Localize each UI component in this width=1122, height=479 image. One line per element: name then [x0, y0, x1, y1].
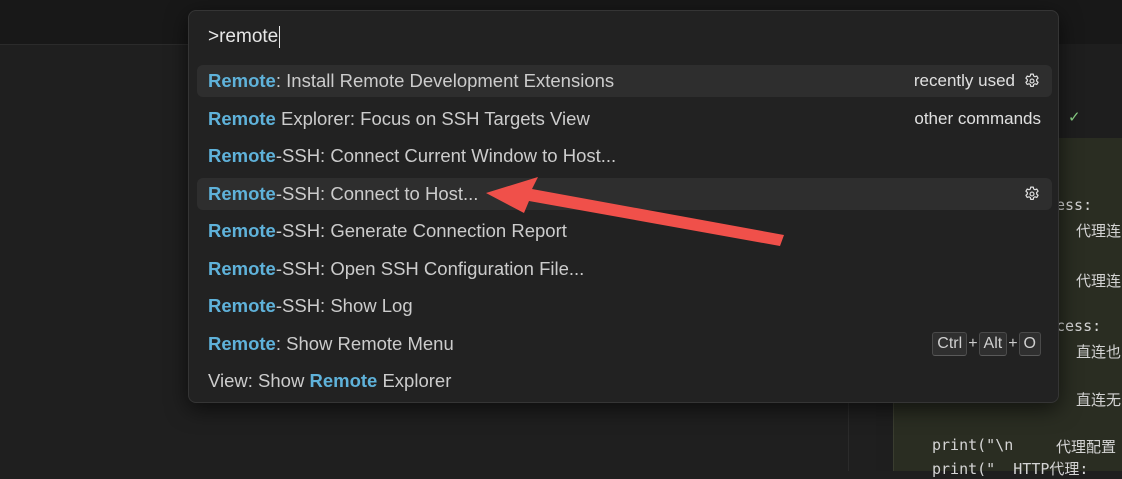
command-label-rest: : Install Remote Development Extensions [275, 70, 615, 91]
command-item[interactable]: Remote-SSH: Generate Connection Report [197, 215, 1052, 247]
command-label-match: Remote [208, 145, 276, 166]
command-label: Remote-SSH: Open SSH Configuration File.… [208, 258, 584, 280]
command-label-match: Remote [208, 258, 276, 279]
command-label-match: Remote [208, 295, 276, 316]
code-line: print(" HTTP代理: [932, 460, 1089, 478]
command-label-rest: -SSH: Generate Connection Report [275, 220, 567, 241]
command-label: View: Show Remote Explorer [208, 370, 451, 392]
command-item[interactable]: Remote-SSH: Connect Current Window to Ho… [197, 140, 1052, 172]
command-label: Remote: Show Remote Menu [208, 333, 454, 355]
command-item-meta: Ctrl + Alt + O [932, 332, 1041, 356]
command-label-rest: : Show Remote Menu [275, 333, 454, 354]
command-label-rest: Explorer [377, 370, 452, 391]
command-label: Remote: Install Remote Development Exten… [208, 70, 614, 92]
gear-icon[interactable] [1023, 185, 1041, 203]
command-label-rest: -SSH: Open SSH Configuration File... [275, 258, 585, 279]
code-line: 代理连 [1076, 222, 1122, 240]
command-label-rest: Explorer: Focus on SSH Targets View [275, 108, 590, 129]
command-label: Remote Explorer: Focus on SSH Targets Vi… [208, 108, 590, 130]
code-line: 代理配置 [1056, 438, 1117, 456]
code-line: ess: [1056, 196, 1093, 214]
command-item[interactable]: Remote-SSH: Connect to Host... [197, 178, 1052, 210]
command-label-match: Remote [208, 220, 276, 241]
key-cap: Alt [978, 332, 1008, 356]
text-caret [279, 26, 281, 48]
key-cap: O [1018, 332, 1041, 356]
keybinding-separator: + [968, 335, 978, 352]
command-label-rest: -SSH: Connect Current Window to Host... [275, 145, 617, 166]
code-line: cess: [1056, 317, 1102, 335]
keybinding-separator: + [1008, 335, 1018, 352]
command-label: Remote-SSH: Connect to Host... [208, 183, 478, 205]
keybinding: Ctrl + Alt + O [932, 332, 1041, 356]
check-icon: ✓ [1068, 109, 1081, 126]
command-label-match: Remote [309, 370, 378, 391]
command-item[interactable]: Remote: Show Remote Menu Ctrl + Alt + O [197, 328, 1052, 360]
command-label-match: Remote [208, 183, 276, 204]
code-line: print("\n [932, 436, 1014, 454]
command-label-rest: -SSH: Show Log [275, 295, 413, 316]
command-label-match: Remote [208, 108, 276, 129]
code-line: 代理连 [1076, 272, 1122, 290]
command-label-rest: -SSH: Connect to Host... [275, 183, 479, 204]
command-item[interactable]: Remote: Install Remote Development Exten… [197, 65, 1052, 97]
command-label: Remote-SSH: Generate Connection Report [208, 220, 567, 242]
command-label-match: Remote [208, 333, 276, 354]
code-line: 直连无 [1076, 391, 1122, 409]
command-item-meta: recently used [914, 71, 1041, 91]
code-line: 直连也 [1076, 343, 1122, 361]
command-group-tag: recently used [913, 71, 1015, 90]
command-item[interactable]: Remote-SSH: Open SSH Configuration File.… [197, 253, 1052, 285]
command-label: Remote-SSH: Connect Current Window to Ho… [208, 145, 616, 167]
command-item-meta [1023, 185, 1041, 203]
command-label-prefix: View: Show [208, 370, 310, 391]
command-item[interactable]: Remote-SSH: Show Log [197, 290, 1052, 322]
search-input-value: >remote [208, 26, 279, 47]
gear-icon[interactable] [1023, 72, 1041, 90]
command-palette-input[interactable]: >remote [198, 20, 1049, 54]
key-cap: Ctrl [932, 332, 968, 356]
command-item-meta: other commands [914, 109, 1041, 129]
command-item[interactable]: Remote Explorer: Focus on SSH Targets Vi… [197, 103, 1052, 135]
command-label: Remote-SSH: Show Log [208, 295, 413, 317]
command-label-match: Remote [208, 70, 276, 91]
command-group-tag: other commands [914, 109, 1041, 128]
command-palette: >remote Remote: Install Remote Developme… [188, 10, 1059, 403]
command-item[interactable]: View: Show Remote Explorer [197, 365, 1052, 397]
